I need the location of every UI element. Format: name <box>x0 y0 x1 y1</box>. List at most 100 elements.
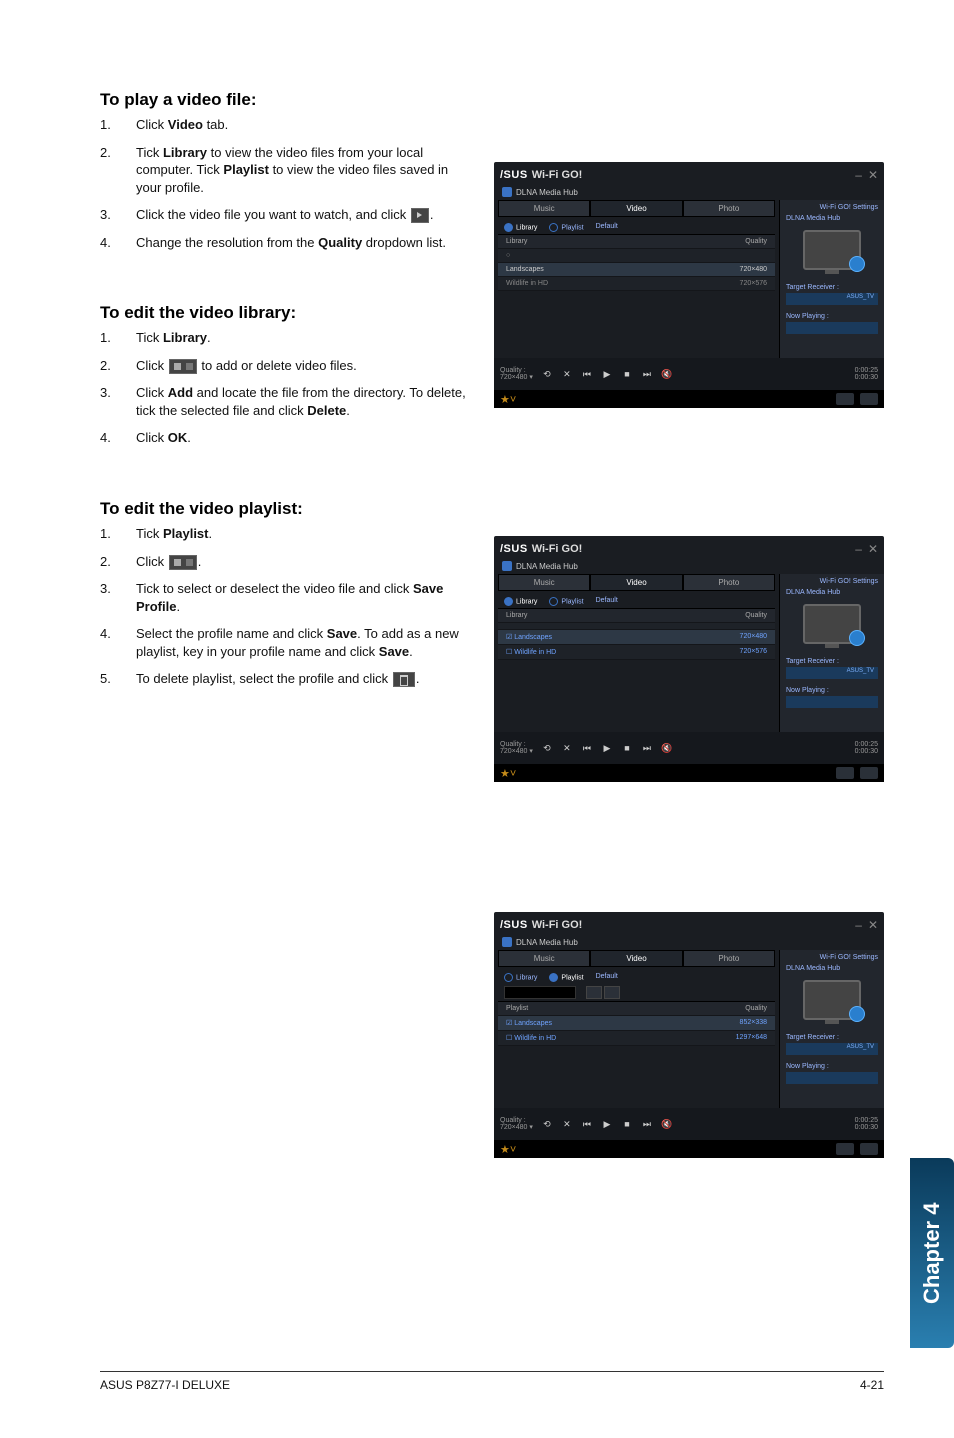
player-controls[interactable]: Quality :720×480 ▾ ⟲✕⏮▶■⏭🔇 0:00:250:00:3… <box>494 1108 884 1140</box>
list-item[interactable]: ☑ Landscapes852×338 <box>498 1016 775 1031</box>
step-text: Click Video tab. <box>136 116 470 134</box>
step-number: 4. <box>100 234 136 252</box>
list-item[interactable]: Landscapes720×480 <box>498 263 775 277</box>
subtab-playlist[interactable]: Playlist <box>549 223 583 232</box>
bottom-icon[interactable] <box>860 767 878 779</box>
bottom-icon[interactable] <box>860 393 878 405</box>
hub-title: DLNA Media Hub <box>786 589 878 596</box>
step-item: 4.Change the resolution from the Quality… <box>100 234 470 252</box>
hub-title: DLNA Media Hub <box>786 965 878 972</box>
settings-link[interactable]: Wi-Fi GO! Settings <box>786 954 878 961</box>
step-number: 3. <box>100 384 136 419</box>
steps-play: 1.Click Video tab.2.Tick Library to view… <box>100 116 470 251</box>
receiver-monitor-icon <box>803 230 861 270</box>
tab-video[interactable]: Video <box>590 200 682 217</box>
trash-icon <box>393 672 415 687</box>
step-item: 4.Click OK. <box>100 429 470 447</box>
list-header: LibraryQuality <box>498 235 775 249</box>
step-item: 2.Click . <box>100 553 470 571</box>
library-edit-icon <box>169 359 197 374</box>
step-text: Tick Playlist. <box>136 525 470 543</box>
player-controls[interactable]: Quality :720×480 ▾ ⟲✕⏮▶■⏭🔇 0:00:250:00:3… <box>494 358 884 390</box>
tab-photo[interactable]: Photo <box>683 950 775 967</box>
step-text: Tick Library to view the video files fro… <box>136 144 470 197</box>
list-item[interactable]: ☑ Landscapes720×480 <box>498 630 775 645</box>
delete-btn[interactable] <box>604 986 620 999</box>
step-text: Tick Library. <box>136 329 470 347</box>
bottom-icon[interactable] <box>836 767 854 779</box>
step-text: Select the profile name and click Save. … <box>136 625 470 660</box>
section-title-edit-playlist: To edit the video playlist: <box>100 499 884 519</box>
bottom-icon[interactable] <box>836 393 854 405</box>
app-title: Wi-Fi GO! <box>532 169 583 181</box>
step-text: Click the video file you want to watch, … <box>136 206 470 224</box>
brand-logo: /SUS <box>500 543 528 555</box>
screenshot-edit-library: /SUS Wi-Fi GO! –✕ DLNA Media Hub Music V… <box>494 536 884 756</box>
hub-title: DLNA Media Hub <box>786 215 878 222</box>
tab-video[interactable]: Video <box>590 950 682 967</box>
brand-logo: /SUS <box>500 169 528 181</box>
star-icon[interactable]: ★˅ <box>500 1143 516 1156</box>
subtab-library[interactable]: Library <box>504 223 537 232</box>
footer-model: ASUS P8Z77-I DELUXE <box>100 1378 230 1392</box>
list-item[interactable]: ☐ Wildlife in HD1297×648 <box>498 1031 775 1046</box>
list-item[interactable]: ☐ Wildlife in HD720×576 <box>498 645 775 660</box>
tab-music[interactable]: Music <box>498 574 590 591</box>
tab-photo[interactable]: Photo <box>683 200 775 217</box>
step-number: 1. <box>100 525 136 543</box>
subtab-default: Default <box>596 597 618 606</box>
bottom-icon[interactable] <box>836 1143 854 1155</box>
footer-page: 4-21 <box>860 1378 884 1392</box>
target-label: Target Receiver : <box>786 284 878 291</box>
nowplaying-label: Now Playing : <box>786 313 878 320</box>
step-number: 4. <box>100 625 136 660</box>
step-text: Click to add or delete video files. <box>136 357 470 375</box>
subtab-playlist[interactable]: Playlist <box>549 597 583 606</box>
step-number: 3. <box>100 206 136 224</box>
window-controls[interactable]: –✕ <box>849 542 878 556</box>
settings-link[interactable]: Wi-Fi GO! Settings <box>786 578 878 585</box>
list-item[interactable] <box>498 623 775 630</box>
target-value[interactable]: ASUS_TV <box>786 293 878 305</box>
subtab-library[interactable]: Library <box>504 597 537 606</box>
subheader: DLNA Media Hub <box>516 562 578 571</box>
step-text: Click Add and locate the file from the d… <box>136 384 470 419</box>
list-item[interactable]: ○ <box>498 249 775 263</box>
tab-photo[interactable]: Photo <box>683 574 775 591</box>
step-item: 1.Tick Library. <box>100 329 470 347</box>
nowplaying-value <box>786 1072 878 1084</box>
player-controls[interactable]: Quality :720×480 ▾ ⟲✕⏮▶■⏭🔇 0:00:250:00:3… <box>494 732 884 764</box>
window-controls[interactable]: –✕ <box>849 168 878 182</box>
list-item[interactable]: Wildlife in HD720×576 <box>498 277 775 291</box>
tab-video[interactable]: Video <box>590 574 682 591</box>
profile-dropdown[interactable] <box>504 986 576 999</box>
app-icon <box>502 937 512 947</box>
subtab-library[interactable]: Library <box>504 973 537 982</box>
target-value[interactable]: ASUS_TV <box>786 1043 878 1055</box>
tab-music[interactable]: Music <box>498 200 590 217</box>
step-number: 1. <box>100 116 136 134</box>
target-value[interactable]: ASUS_TV <box>786 667 878 679</box>
settings-link[interactable]: Wi-Fi GO! Settings <box>786 204 878 211</box>
steps-edit-library: 1.Tick Library.2.Click to add or delete … <box>100 329 470 447</box>
subtab-playlist[interactable]: Playlist <box>549 973 583 982</box>
star-icon[interactable]: ★˅ <box>500 767 516 780</box>
subheader: DLNA Media Hub <box>516 188 578 197</box>
window-controls[interactable]: –✕ <box>849 918 878 932</box>
tab-music[interactable]: Music <box>498 950 590 967</box>
step-item: 1.Click Video tab. <box>100 116 470 134</box>
bottom-icon[interactable] <box>860 1143 878 1155</box>
edit-btn[interactable] <box>586 986 602 999</box>
playlist-edit-icon <box>169 555 197 570</box>
star-icon[interactable]: ★˅ <box>500 393 516 406</box>
chapter-tab: Chapter 4 <box>910 1158 954 1348</box>
subtab-default: Default <box>596 223 618 232</box>
subtab-default: Default <box>596 973 618 982</box>
steps-edit-playlist: 1.Tick Playlist.2.Click .3.Tick to selec… <box>100 525 470 688</box>
target-label: Target Receiver : <box>786 1034 878 1041</box>
step-number: 2. <box>100 144 136 197</box>
subheader: DLNA Media Hub <box>516 938 578 947</box>
step-number: 1. <box>100 329 136 347</box>
step-item: 2.Tick Library to view the video files f… <box>100 144 470 197</box>
app-title: Wi-Fi GO! <box>532 543 583 555</box>
